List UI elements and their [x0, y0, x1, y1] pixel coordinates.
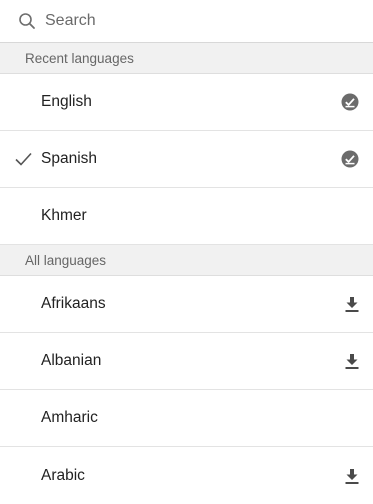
search-input[interactable]: [45, 12, 345, 30]
section-header-all: All languages: [0, 245, 373, 276]
downloaded-icon: [341, 150, 359, 168]
language-row-albanian[interactable]: Albanian: [0, 333, 373, 390]
language-row-afrikaans[interactable]: Afrikaans: [0, 276, 373, 333]
download-icon[interactable]: [345, 296, 359, 312]
search-bar[interactable]: [0, 0, 373, 43]
language-label: Albanian: [41, 352, 102, 369]
section-header-recent: Recent languages: [0, 43, 373, 74]
language-label: Afrikaans: [41, 295, 106, 312]
language-row-spanish[interactable]: Spanish: [0, 131, 373, 188]
language-label: Amharic: [41, 409, 98, 426]
language-label: English: [41, 93, 92, 110]
language-row-khmer[interactable]: Khmer: [0, 188, 373, 245]
language-row-amharic[interactable]: Amharic: [0, 390, 373, 447]
checkmark-icon: [15, 152, 32, 166]
downloaded-icon: [341, 93, 359, 111]
language-label: Arabic: [41, 466, 85, 484]
language-row-arabic[interactable]: Arabic: [0, 447, 373, 504]
download-icon[interactable]: [345, 468, 359, 484]
search-icon: [19, 13, 35, 29]
language-label: Spanish: [41, 150, 98, 167]
language-row-english[interactable]: English: [0, 74, 373, 131]
download-icon[interactable]: [345, 353, 359, 369]
language-label: Khmer: [41, 207, 87, 224]
